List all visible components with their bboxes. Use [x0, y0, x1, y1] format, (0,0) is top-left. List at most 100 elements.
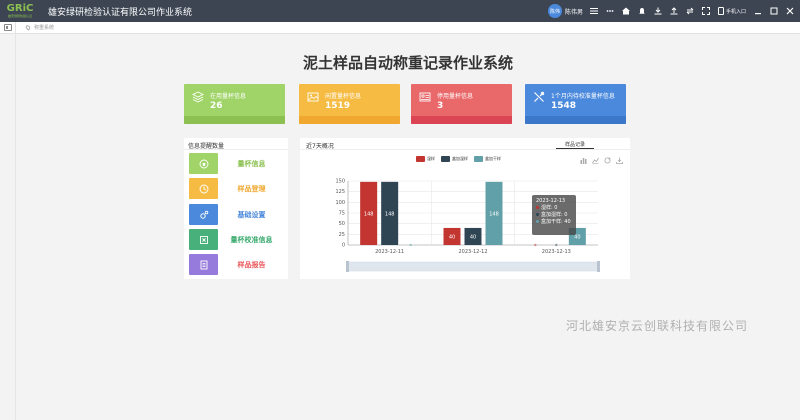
tooltip-row: 盒加湿样: 0	[536, 212, 572, 219]
avatar[interactable]: 陈伟	[547, 4, 562, 18]
report-icon	[189, 254, 218, 275]
x-tick-label: 2023-12-12	[458, 249, 487, 255]
quick-link-cup-calibration[interactable]: 量杯校准信息	[189, 229, 285, 250]
x-tick-label: 2023-12-13	[542, 249, 571, 255]
breadcrumb: 称重系统	[24, 24, 54, 31]
stat-card-in-use-cups[interactable]: 在用量杯信息 26	[184, 84, 285, 124]
data-zoom-slider	[347, 261, 599, 272]
y-tick-label: 75	[339, 211, 345, 217]
maximize-icon[interactable]	[769, 7, 778, 16]
logo-subtext: 雄安绿研检验认证	[7, 14, 32, 18]
settings-icon	[189, 204, 218, 225]
bar-value-label: 148	[489, 211, 499, 217]
image-icon	[307, 92, 319, 102]
layers-icon	[192, 91, 204, 103]
refresh-icon[interactable]	[686, 7, 695, 16]
top-header: GRiC 雄安绿研检验认证 雄安绿研检验认证有限公司作业系统 陈伟 陈伟男 手机…	[0, 0, 800, 22]
stat-card-label: 停用量杯信息	[437, 93, 474, 100]
company-watermark: 河北雄安京云创联科技有限公司	[566, 319, 749, 333]
sidebar-toggle-button[interactable]	[0, 21, 16, 34]
quick-link-sample-report[interactable]: 样品报告	[189, 254, 285, 275]
y-tick-label: 150	[335, 179, 345, 185]
bar-zero-marker	[409, 243, 412, 247]
home-icon[interactable]	[622, 7, 631, 16]
tooltip-dot	[536, 206, 539, 209]
tooltip-dot	[536, 213, 539, 216]
tooltip-text: 湿样: 0	[541, 205, 558, 211]
data-zoom-handle-right	[597, 261, 600, 272]
recent-7-days-panel: 近7天概况 样品记录 湿样 盒加湿样 盒加干样 0 25 50 75 100 125 150…	[300, 138, 630, 279]
card-strip	[525, 116, 626, 124]
y-tick-label: 50	[339, 221, 345, 227]
logo-text: GRiC	[6, 3, 34, 14]
bar-value-label: 40	[449, 234, 455, 240]
mobile-entry-button[interactable]: 手机入口	[717, 7, 746, 15]
notification-icon[interactable]	[638, 7, 647, 16]
quick-link-label: 基础设置	[237, 210, 266, 219]
bar-zero-marker	[534, 243, 537, 247]
download-icon[interactable]	[654, 7, 663, 16]
mobile-entry-label: 手机入口	[725, 8, 746, 15]
stat-card-label: 闲置量杯信息	[325, 93, 362, 100]
data-zoom-handle-left	[346, 261, 349, 272]
card-strip	[411, 116, 512, 124]
fullscreen-icon[interactable]	[702, 7, 711, 16]
upload-icon[interactable]	[670, 7, 679, 16]
stat-card-idle-cups[interactable]: 闲置量杯信息 1519	[299, 84, 400, 124]
quick-link-sample-management[interactable]: 样品登理	[189, 178, 285, 199]
panel-divider	[184, 149, 288, 150]
stat-card-value: 1548	[551, 101, 577, 111]
breadcrumb-bar: 称重系统	[0, 21, 800, 34]
info-reminder-panel: 信息提醒数量 量杯信息 样品登理 基础设置 量杯校准信息 样品报告	[184, 138, 288, 279]
chart-tooltip: 2023-12-13 湿样: 0 盒加湿样: 0 盒加干样: 40	[532, 195, 576, 235]
breadcrumb-current[interactable]: 称重系统	[34, 24, 54, 31]
stat-card-value: 3	[437, 101, 444, 111]
tooltip-row: 湿样: 0	[536, 205, 572, 212]
stat-card-disabled-cups[interactable]: 停用量杯信息 3	[411, 84, 512, 124]
y-tick-label: 0	[342, 243, 345, 249]
calibrate-icon	[189, 229, 218, 250]
tooltip-row: 盒加干样: 40	[536, 219, 572, 226]
left-sidebar-rail	[0, 34, 16, 420]
card-strip	[184, 116, 285, 124]
stat-card-calibration-due[interactable]: 1个月内待校准量杯信息 1548	[525, 84, 626, 124]
stat-card-label: 在用量杯信息	[210, 93, 247, 100]
more-icon[interactable]	[606, 7, 615, 16]
mobile-icon	[717, 7, 724, 15]
y-tick-label: 100	[335, 200, 345, 206]
app-title: 雄安绿研检验认证有限公司作业系统	[48, 7, 193, 18]
quick-link-label: 样品报告	[237, 260, 266, 269]
tooltip-dot	[536, 220, 539, 223]
x-tick-label: 2023-12-11	[375, 249, 404, 255]
quick-link-cup-info[interactable]: 量杯信息	[189, 153, 285, 174]
close-icon[interactable]	[785, 7, 794, 16]
stat-card-value: 26	[210, 101, 223, 111]
cup-icon	[189, 153, 218, 174]
bar-value-label: 40	[470, 234, 476, 240]
header-actions: 陈伟 陈伟男 手机入口	[547, 0, 794, 22]
tooltip-date: 2023-12-13	[536, 198, 566, 204]
username[interactable]: 陈伟男	[565, 7, 583, 16]
quick-link-label: 样品登理	[237, 184, 266, 193]
bar-zero-marker	[555, 243, 558, 247]
bar-value-label: 148	[385, 211, 395, 217]
bar-chart: 0 25 50 75 100 125 150 148 148 2023-12-11 40 40 148 2…	[335, 179, 600, 272]
quick-link-label: 量杯校准信息	[230, 235, 273, 244]
company-logo: GRiC 雄安绿研检验认证	[0, 0, 36, 22]
stat-card-label: 1个月内待校准量杯信息	[551, 93, 615, 100]
y-tick-label: 25	[339, 232, 345, 238]
minimize-icon[interactable]	[753, 7, 762, 16]
page-title: 泥土样品自动称重记录作业系统	[302, 54, 513, 72]
tooltip-text: 盒加湿样: 0	[541, 212, 568, 218]
id-card-icon	[419, 92, 431, 102]
y-tick-label: 125	[335, 189, 345, 195]
location-pin-icon	[24, 24, 32, 31]
tooltip-text: 盒加干样: 40	[541, 219, 571, 225]
bar-value-label: 148	[364, 211, 374, 217]
quick-link-basic-settings[interactable]: 基础设置	[189, 204, 285, 225]
stat-card-value: 1519	[325, 101, 351, 111]
menu-icon[interactable]	[590, 7, 599, 16]
card-strip	[299, 116, 400, 124]
quick-link-label: 量杯信息	[237, 159, 266, 168]
sidebar-toggle-icon	[3, 24, 12, 31]
